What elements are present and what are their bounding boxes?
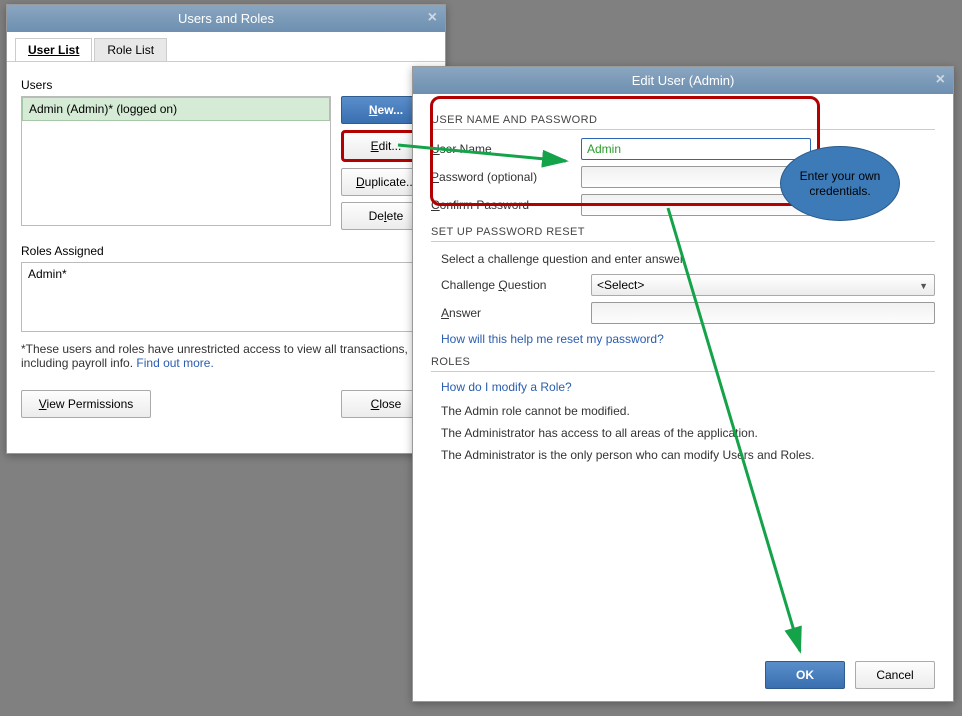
form-row-challenge: Challenge Question <Select> ▼ xyxy=(441,274,935,296)
roles-desc-2: The Administrator has access to all area… xyxy=(441,424,935,442)
roles-link-row: How do I modify a Role? xyxy=(441,380,935,394)
note-text: *These users and roles have unrestricted… xyxy=(21,342,431,370)
roles-desc-3: The Administrator is the only person who… xyxy=(441,446,935,464)
dialog-title: Edit User (Admin) xyxy=(632,73,735,88)
password-label: Password (optional) xyxy=(431,170,581,184)
users-roles-footer: View Permissions Close xyxy=(7,380,445,432)
list-item: Admin* xyxy=(28,267,424,281)
answer-input[interactable] xyxy=(591,302,935,324)
user-name-input[interactable] xyxy=(581,138,811,160)
callout-bubble: Enter your own credentials. xyxy=(780,146,900,221)
reset-help-link[interactable]: How will this help me reset my password? xyxy=(441,332,664,346)
confirm-password-input[interactable] xyxy=(581,194,811,216)
modify-role-link[interactable]: How do I modify a Role? xyxy=(441,380,572,394)
section-roles: ROLES xyxy=(431,356,935,372)
edit-user-footer: OK Cancel xyxy=(413,649,953,701)
dialog-header: Edit User (Admin) × xyxy=(413,67,953,94)
ok-button[interactable]: OK xyxy=(765,661,845,689)
users-roles-body: Users Admin (Admin)* (logged on) New... … xyxy=(7,62,445,380)
reset-help-row: How will this help me reset my password? xyxy=(441,332,935,346)
user-name-label: User Name xyxy=(431,142,581,156)
view-permissions-button[interactable]: View Permissions xyxy=(21,390,151,418)
roles-desc-1: The Admin role cannot be modified. xyxy=(441,402,935,420)
roles-assigned-listbox[interactable]: Admin* xyxy=(21,262,431,332)
section-password-reset: SET UP PASSWORD RESET xyxy=(431,226,935,242)
roles-assigned-label: Roles Assigned xyxy=(21,244,431,258)
confirm-password-label: Confirm Password xyxy=(431,198,581,212)
users-row: Admin (Admin)* (logged on) New... Edit..… xyxy=(21,96,431,230)
users-listbox[interactable]: Admin (Admin)* (logged on) xyxy=(21,96,331,226)
users-and-roles-dialog: Users and Roles × User List Role List Us… xyxy=(6,4,446,454)
tabs-row: User List Role List xyxy=(7,32,445,62)
dialog-header: Users and Roles × xyxy=(7,5,445,32)
reset-instruction: Select a challenge question and enter an… xyxy=(441,250,935,268)
close-icon[interactable]: × xyxy=(428,9,437,27)
find-out-more-link[interactable]: Find out more. xyxy=(136,356,213,370)
users-label: Users xyxy=(21,78,431,92)
password-input[interactable] xyxy=(581,166,811,188)
close-icon[interactable]: × xyxy=(936,71,945,89)
answer-label: Answer xyxy=(441,306,591,320)
form-row-answer: Answer xyxy=(441,302,935,324)
chevron-down-icon: ▼ xyxy=(919,281,928,291)
tab-role-list[interactable]: Role List xyxy=(94,38,167,61)
list-item[interactable]: Admin (Admin)* (logged on) xyxy=(22,97,330,121)
tab-user-list[interactable]: User List xyxy=(15,38,92,61)
challenge-question-select[interactable]: <Select> ▼ xyxy=(591,274,935,296)
cancel-button[interactable]: Cancel xyxy=(855,661,935,689)
dialog-title: Users and Roles xyxy=(178,11,274,26)
section-user-name-password: USER NAME AND PASSWORD xyxy=(431,114,935,130)
challenge-question-label: Challenge Question xyxy=(441,278,591,292)
